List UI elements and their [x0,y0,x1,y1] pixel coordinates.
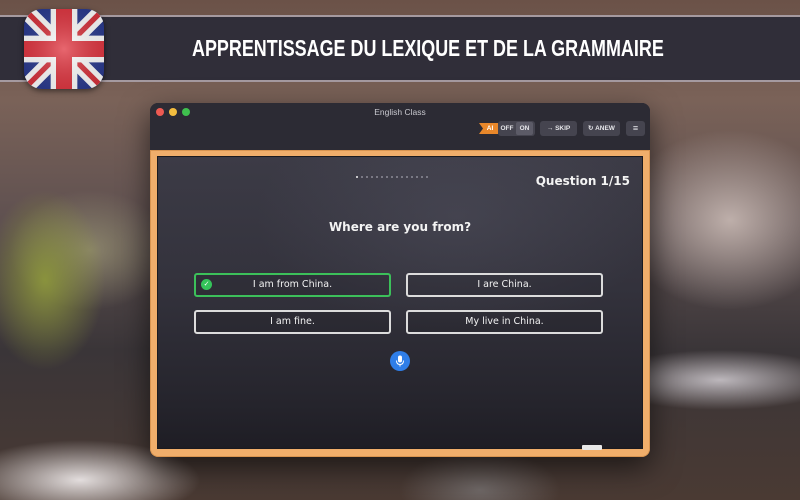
progress-dot [365,176,369,179]
hamburger-menu-icon: ≡ [632,123,639,133]
chalk-eraser [582,445,602,450]
ai-label: AI [479,123,498,134]
answer-label: My live in China. [465,316,544,327]
ai-toggle[interactable]: OFF ON [498,121,535,136]
title-bar: English Class AI OFF ON → SKIP ↻ ANEW ≡ [150,103,650,150]
progress-dot [385,176,389,179]
progress-dot [356,176,359,179]
progress-dot [375,176,379,179]
menu-button[interactable]: ≡ [626,121,645,136]
progress-dot [405,176,409,179]
answer-option[interactable]: I am fine. [194,310,391,334]
chalkboard: Question 1/15 Where are you from? ✓ I am… [157,156,643,450]
microphone-button[interactable] [390,351,410,371]
skip-button[interactable]: → SKIP [540,121,577,136]
toggle-on-option[interactable]: ON [516,122,533,135]
toggle-off-option[interactable]: OFF [498,121,516,136]
progress-dot [410,176,414,179]
microphone-icon [396,355,404,367]
uk-flag-icon [24,9,104,89]
progress-dot [400,176,404,179]
promo-title: APPRENTISSAGE DU LEXIQUE ET DE LA GRAMMA… [192,35,664,61]
question-counter: Question 1/15 [535,174,630,188]
app-window: English Class AI OFF ON → SKIP ↻ ANEW ≡ … [150,103,650,457]
answer-label: I am fine. [270,316,315,327]
window-title: English Class [374,107,426,117]
progress-dot [395,176,399,179]
answer-option[interactable]: I are China. [406,273,603,297]
progress-dots [356,176,429,180]
progress-dot [390,176,394,179]
progress-dot [360,176,364,179]
progress-dot [420,176,424,179]
skip-label: SKIP [555,125,571,132]
answer-label: I am from China. [252,279,333,290]
question-text: Where are you from? [328,220,472,234]
answer-label: I are China. [477,279,532,290]
progress-dot [380,176,384,179]
anew-button[interactable]: ↻ ANEW [583,121,620,136]
refresh-icon: ↻ [588,125,594,132]
check-icon: ✓ [201,279,212,290]
anew-label: ANEW [595,125,615,132]
chalkboard-frame: Question 1/15 Where are you from? ✓ I am… [150,150,650,457]
progress-dot [370,176,374,179]
answer-option[interactable]: ✓ I am from China. [194,273,391,297]
answer-option[interactable]: My live in China. [406,310,603,334]
arrow-right-icon: → [546,125,554,132]
progress-dot [425,176,429,179]
progress-dot [415,176,419,179]
